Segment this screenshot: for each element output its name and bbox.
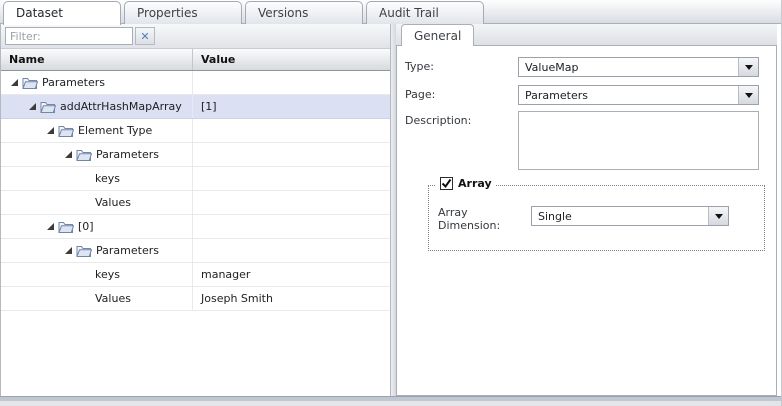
tree-name-cell: keys [1,263,193,286]
filter-toolbar: ✕ [1,24,390,49]
array-group: Array Array Dimension: Single [428,185,765,251]
array-dimension-dropdown-button[interactable] [708,207,728,225]
window-bottom-edge [0,401,781,406]
table-row[interactable]: [0] [1,215,390,239]
table-row[interactable]: Values Joseph Smith [1,287,390,311]
tab-properties[interactable]: Properties [124,1,242,24]
type-dropdown-button[interactable] [738,58,758,76]
table-row[interactable]: Values [1,191,390,215]
tree-node-value [193,71,390,94]
tree-table: Parameters addAttrHashMapArray [1] Element … [1,71,390,311]
tree-name-cell: Parameters [1,71,193,94]
folder-icon [58,125,74,137]
tree-node-label: Parameters [42,76,105,89]
tree-node-label: addAttrHashMapArray [60,100,182,113]
column-header-name[interactable]: Name [1,49,193,70]
page-dropdown-button[interactable] [738,86,758,104]
table-row[interactable]: Parameters [1,71,390,95]
description-field[interactable] [518,111,759,170]
tree-name-cell: addAttrHashMapArray [1,95,193,118]
tree-node-value [193,239,390,262]
dataset-panel: ✕ Name Value Parameters addAttrHashMapArr… [0,24,391,396]
tab-dataset[interactable]: Dataset [3,1,121,25]
folder-icon [76,149,92,161]
tree-node-value [193,143,390,166]
dropdown-arrow-icon [745,65,753,70]
tree-name-cell: Values [1,287,193,310]
tree-name-cell: Element Type [1,119,193,142]
table-row[interactable]: Parameters [1,239,390,263]
description-label: Description: [405,114,471,127]
tree-node-value [193,167,390,190]
expand-triangle-icon[interactable] [65,247,72,254]
general-form: Type: ValueMap Page: Parameters Descript… [396,45,777,396]
array-group-title: Array [458,177,492,190]
tree-node-value [193,215,390,238]
tree-node-label: keys [95,172,120,185]
folder-icon [58,221,74,233]
tab-general[interactable]: General [401,24,474,46]
tree-node-label: keys [95,268,120,281]
type-dropdown-value: ValueMap [519,58,738,76]
type-label: Type: [405,60,434,73]
tree-node-value [193,191,390,214]
folder-icon [40,101,56,113]
tree-node-label: Parameters [96,148,159,161]
array-checkbox[interactable] [440,177,453,190]
filter-input[interactable] [5,27,133,45]
dropdown-arrow-icon [715,214,723,219]
tree-node-value: [1] [193,95,390,118]
tab-audit-trail[interactable]: Audit Trail [366,1,484,24]
folder-icon [22,77,38,89]
expand-triangle-icon[interactable] [47,127,54,134]
tree-node-label: Parameters [96,244,159,257]
page-dropdown-value: Parameters [519,86,738,104]
dataset-editor-window: Dataset Properties Versions Audit Trail … [0,0,782,406]
array-dimension-value: Single [532,207,708,225]
tree-name-cell: keys [1,167,193,190]
expand-triangle-icon[interactable] [29,103,36,110]
table-row[interactable]: keys manager [1,263,390,287]
array-group-legend: Array [436,177,496,190]
page-dropdown[interactable]: Parameters [518,85,759,105]
tree-node-value [193,119,390,142]
checkmark-icon [441,178,452,189]
table-row[interactable]: keys [1,167,390,191]
tree-name-cell: Parameters [1,143,193,166]
clear-filter-icon: ✕ [140,30,149,43]
column-header-value[interactable]: Value [193,49,390,70]
folder-icon [76,245,92,257]
tree-name-cell: Parameters [1,239,193,262]
main-tab-bar: Dataset Properties Versions Audit Trail [0,0,782,24]
type-dropdown[interactable]: ValueMap [518,57,759,77]
tree-node-label: Values [95,196,131,209]
expand-triangle-icon[interactable] [47,223,54,230]
array-dimension-label: Array Dimension: [438,206,514,232]
page-label: Page: [405,88,435,101]
tree-node-value: manager [193,263,390,286]
dropdown-arrow-icon [745,93,753,98]
table-row[interactable]: Parameters [1,143,390,167]
tree-name-cell: Values [1,191,193,214]
table-row[interactable]: addAttrHashMapArray [1] [1,95,390,119]
tree-node-label: [0] [78,220,94,233]
tree-name-cell: [0] [1,215,193,238]
clear-filter-button[interactable]: ✕ [135,27,155,45]
expand-triangle-icon[interactable] [65,151,72,158]
tab-versions[interactable]: Versions [245,1,363,24]
expand-triangle-icon[interactable] [11,79,18,86]
array-dimension-dropdown[interactable]: Single [531,206,729,226]
tree-table-header: Name Value [1,49,390,71]
tree-node-label: Values [95,292,131,305]
tree-node-value: Joseph Smith [193,287,390,310]
table-row[interactable]: Element Type [1,119,390,143]
tree-node-label: Element Type [78,124,152,137]
detail-panel: General Type: ValueMap Page: Parameters … [396,24,777,396]
